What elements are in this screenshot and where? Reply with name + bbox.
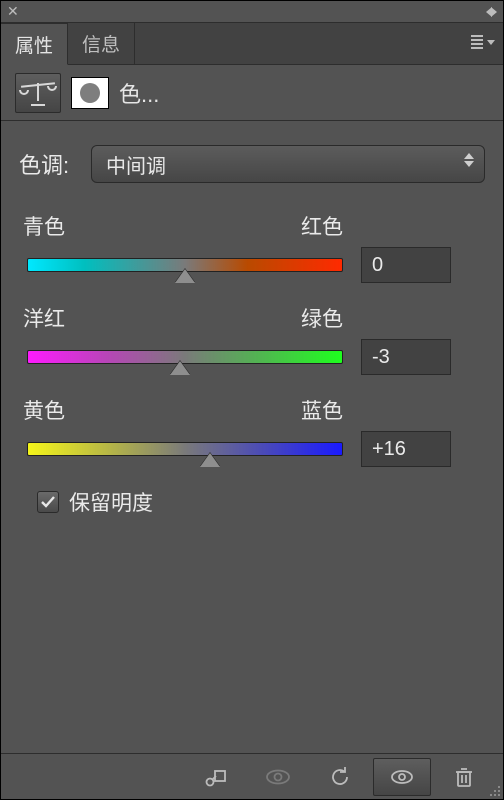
value-yellow-blue[interactable]: +16 — [361, 431, 451, 467]
view-previous-state-button[interactable] — [249, 758, 307, 796]
label-yellow: 黄色 — [23, 395, 65, 425]
label-green: 绿色 — [301, 303, 343, 333]
label-cyan: 青色 — [23, 211, 65, 241]
toggle-visibility-button[interactable] — [373, 758, 431, 796]
collapse-icon[interactable] — [486, 7, 497, 17]
label-blue: 蓝色 — [301, 395, 343, 425]
preserve-luminosity-checkbox[interactable] — [37, 491, 59, 513]
tab-info[interactable]: 信息 — [68, 23, 135, 64]
tone-select[interactable]: 中间调 — [91, 145, 485, 183]
track-yellow-blue[interactable] — [27, 442, 343, 456]
color-balance-icon[interactable] — [15, 73, 61, 113]
resize-grip[interactable] — [487, 783, 501, 797]
panel-menu-icon[interactable] — [471, 35, 495, 49]
slider-yellow-blue: 黄色 蓝色 +16 — [19, 395, 485, 467]
label-magenta: 洋红 — [23, 303, 65, 333]
tab-properties[interactable]: 属性 — [1, 23, 68, 65]
value-magenta-green[interactable]: -3 — [361, 339, 451, 375]
layer-mask-icon[interactable] — [71, 77, 109, 109]
panel-body: 色调: 中间调 青色 红色 0 洋红 绿色 — [1, 121, 503, 541]
window-bar: ✕ — [1, 1, 503, 23]
thumb-cyan-red[interactable] — [175, 269, 195, 283]
reset-button[interactable] — [311, 758, 369, 796]
track-cyan-red[interactable] — [27, 258, 343, 272]
preserve-luminosity-label: 保留明度 — [69, 487, 153, 517]
tone-selected: 中间调 — [106, 150, 166, 179]
slider-cyan-red: 青色 红色 0 — [19, 211, 485, 283]
tone-label: 色调: — [19, 148, 77, 180]
tone-row: 色调: 中间调 — [19, 145, 485, 183]
properties-panel: ✕ 属性 信息 色... 色调: 中间调 — [0, 0, 504, 800]
slider-magenta-green: 洋红 绿色 -3 — [19, 303, 485, 375]
label-red: 红色 — [301, 211, 343, 241]
delete-button[interactable] — [435, 758, 493, 796]
adjustment-title: 色... — [119, 77, 159, 109]
track-magenta-green[interactable] — [27, 350, 343, 364]
clip-to-layer-button[interactable] — [187, 758, 245, 796]
thumb-magenta-green[interactable] — [170, 361, 190, 375]
preserve-luminosity-row: 保留明度 — [37, 487, 485, 517]
value-cyan-red[interactable]: 0 — [361, 247, 451, 283]
adjustment-header: 色... — [1, 65, 503, 121]
panel-footer — [1, 753, 503, 799]
close-icon[interactable]: ✕ — [7, 3, 19, 20]
tab-bar: 属性 信息 — [1, 23, 503, 65]
thumb-yellow-blue[interactable] — [200, 453, 220, 467]
